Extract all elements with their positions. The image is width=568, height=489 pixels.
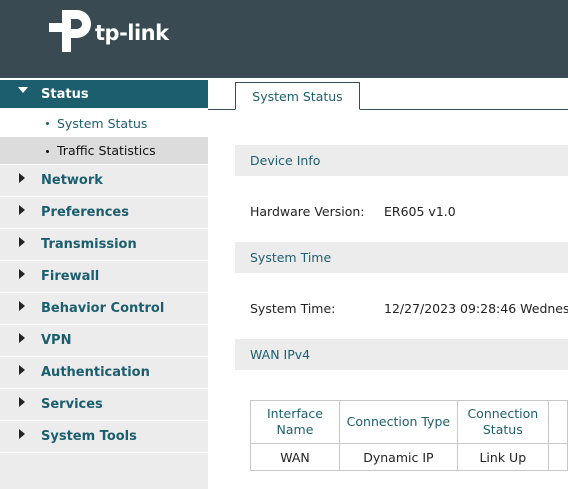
bullet-icon — [46, 122, 49, 125]
sidebar-item-label: Authentication — [41, 365, 150, 380]
cell-connection-status: Link Up — [456, 443, 549, 471]
caret-right-icon — [19, 332, 25, 343]
sidebar-item-behavior-control[interactable]: Behavior Control — [0, 293, 208, 325]
column-header-connection-type: Connection Type — [338, 400, 458, 444]
tp-link-logo[interactable]: tp-link — [49, 10, 169, 56]
sidebar-item-label: VPN — [41, 333, 72, 348]
section-device-info: Device Info — [235, 145, 568, 176]
tp-link-logo-icon — [49, 10, 91, 56]
sidebar-item-label: Preferences — [41, 205, 129, 220]
brand-name: tp-link — [95, 21, 169, 45]
caret-right-icon — [19, 204, 25, 215]
system-time-value: 12/27/2023 09:28:46 Wednes — [384, 301, 568, 316]
hardware-version-label: Hardware Version: — [250, 204, 365, 219]
hardware-version-value: ER605 v1.0 — [384, 204, 456, 219]
sidebar-item-services[interactable]: Services — [0, 389, 208, 421]
sidebar-item-vpn[interactable]: VPN — [0, 325, 208, 357]
sidebar-item-transmission[interactable]: Transmission — [0, 229, 208, 261]
system-time-label: System Time: — [250, 301, 336, 316]
cell-connection-type: Dynamic IP — [338, 443, 458, 471]
caret-right-icon — [19, 428, 25, 439]
sidebar-item-label: Firewall — [41, 269, 100, 284]
caret-right-icon — [19, 172, 25, 183]
tab-system-status[interactable]: System Status — [235, 82, 360, 110]
sidebar-subitem-system-status[interactable]: System Status — [0, 109, 208, 137]
bullet-icon — [46, 149, 49, 153]
sidebar-item-label: System Tools — [41, 429, 137, 444]
sidebar-item-network[interactable]: Network — [0, 165, 208, 197]
sidebar-item-status[interactable]: Status — [0, 80, 208, 109]
column-header-interface-name: Interface Name — [250, 400, 340, 444]
caret-right-icon — [19, 300, 25, 311]
section-system-time: System Time — [235, 242, 568, 273]
caret-right-icon — [19, 396, 25, 407]
caret-down-icon — [18, 87, 28, 93]
sidebar-item-label: Status — [41, 86, 89, 102]
sidebar-item-preferences[interactable]: Preferences — [0, 197, 208, 229]
sidebar: Status System Status Traffic Statistics … — [0, 80, 208, 489]
caret-right-icon — [19, 268, 25, 279]
sidebar-item-authentication[interactable]: Authentication — [0, 357, 208, 389]
cell-interface-name: WAN — [250, 443, 340, 471]
top-header: tp-link — [0, 0, 568, 78]
wan-ipv4-table: Interface Name Connection Type Connectio… — [250, 400, 568, 471]
column-header-connection-status: Connection Status — [456, 400, 549, 444]
sidebar-item-firewall[interactable]: Firewall — [0, 261, 208, 293]
sidebar-item-system-tools[interactable]: System Tools — [0, 421, 208, 453]
sidebar-item-label: Network — [41, 173, 103, 188]
caret-right-icon — [19, 236, 25, 247]
caret-right-icon — [19, 364, 25, 375]
cell-overflow — [547, 443, 568, 471]
sidebar-item-label: Behavior Control — [41, 301, 165, 316]
tab-bar: System Status — [208, 78, 568, 110]
section-wan-ipv4: WAN IPv4 — [235, 339, 568, 370]
sidebar-item-label: Transmission — [41, 237, 137, 252]
table-row: WAN Dynamic IP Link Up — [250, 443, 568, 471]
column-header-overflow — [547, 400, 568, 444]
sidebar-subitem-label: System Status — [57, 115, 148, 131]
table-header-row: Interface Name Connection Type Connectio… — [250, 400, 568, 444]
sidebar-subitem-traffic-statistics[interactable]: Traffic Statistics — [0, 137, 208, 165]
sidebar-item-label: Services — [41, 397, 103, 412]
sidebar-subitem-label: Traffic Statistics — [57, 143, 156, 158]
